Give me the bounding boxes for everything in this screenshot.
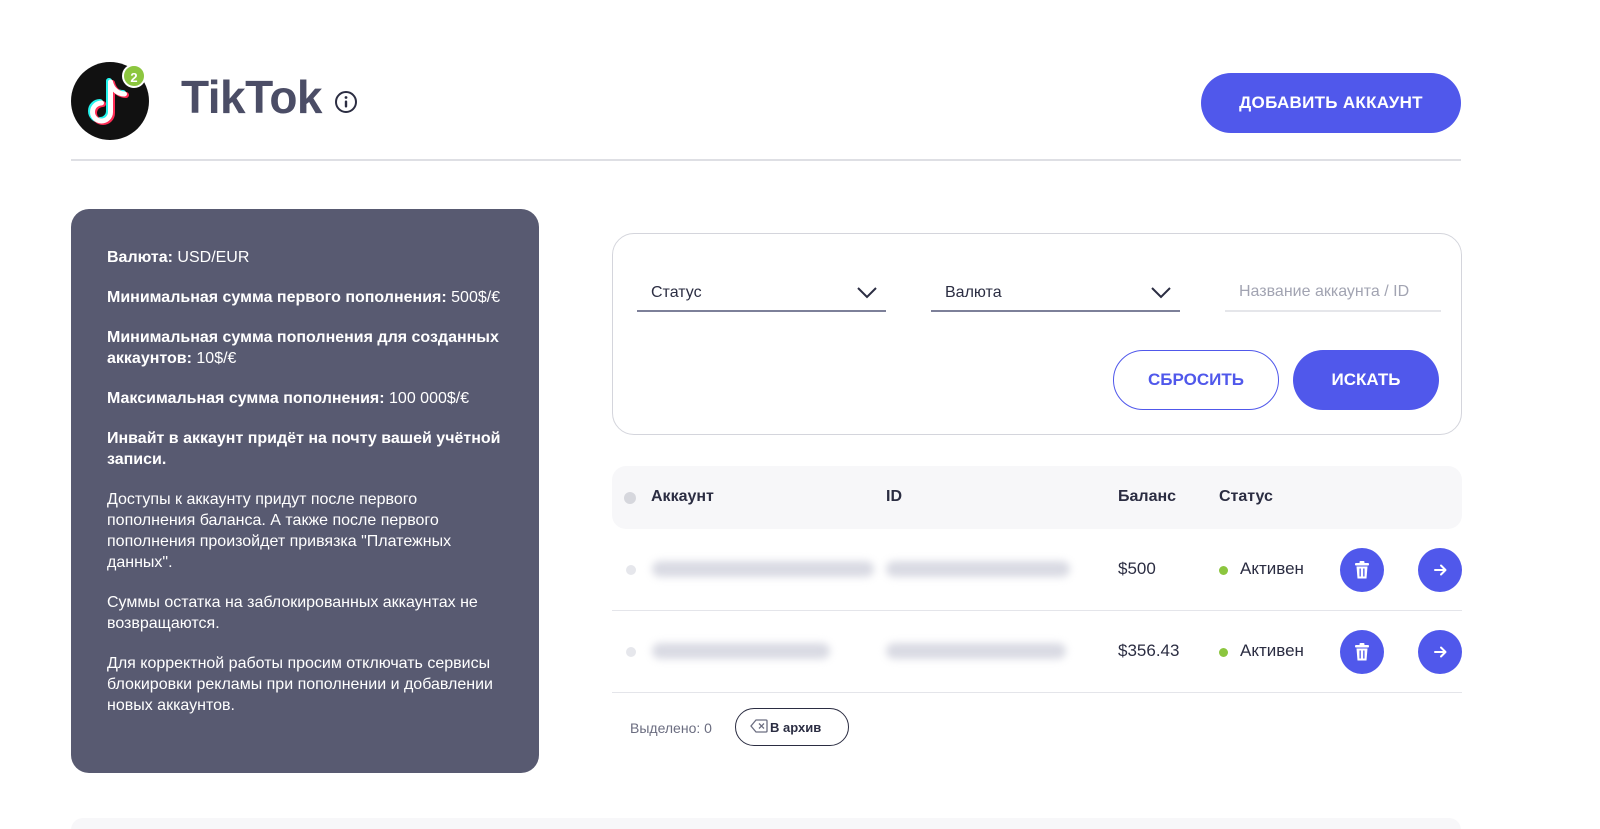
add-account-button[interactable]: ДОБАВИТЬ АККАУНТ xyxy=(1201,73,1461,133)
column-id[interactable]: ID xyxy=(886,488,902,506)
filters-card: Статус Валюта СБРОСИТЬ ИСКАТЬ xyxy=(612,233,1462,435)
backspace-icon xyxy=(750,719,768,733)
balance-value: $356.43 xyxy=(1118,641,1180,660)
info-panel: Валюта: USD/EUR Минимальная сумма первог… xyxy=(71,209,539,773)
status-indicator xyxy=(1219,566,1228,575)
status-text: Активен xyxy=(1240,559,1304,578)
min-first-info: Минимальная сумма первого пополнения: 50… xyxy=(107,287,503,308)
table-row[interactable]: $356.43 Активен xyxy=(612,611,1462,693)
delete-button[interactable] xyxy=(1340,630,1384,674)
max-info: Максимальная сумма пополнения: 100 000$/… xyxy=(107,388,503,409)
access-info: Доступы к аккаунту придут после первого … xyxy=(107,491,452,571)
status-text: Активен xyxy=(1240,641,1304,660)
currency-select[interactable]: Валюта xyxy=(931,274,1180,312)
status-indicator xyxy=(1219,648,1228,657)
account-email-redacted xyxy=(652,561,874,577)
balance-value: $500 xyxy=(1118,559,1156,578)
invite-info: Инвайт в аккаунт придёт на почту вашей у… xyxy=(107,430,501,468)
info-icon[interactable] xyxy=(334,90,358,114)
notification-badge: 2 xyxy=(122,64,146,88)
trash-icon xyxy=(1355,561,1369,579)
column-balance[interactable]: Баланс xyxy=(1118,488,1176,506)
status-select-label: Статус xyxy=(651,284,702,301)
page-title: TikTok xyxy=(181,71,323,123)
adblock-info: Для корректной работы просим отключать с… xyxy=(107,655,493,714)
search-button[interactable]: ИСКАТЬ xyxy=(1293,350,1439,410)
table-header: Аккаунт ID Баланс Статус xyxy=(612,466,1462,529)
currency-info: Валюта: USD/EUR xyxy=(107,247,503,268)
arrow-right-icon xyxy=(1434,564,1447,576)
archive-label: В архив xyxy=(770,719,822,735)
currency-label: Валюта: xyxy=(107,249,173,266)
min-created-value: 10$/€ xyxy=(196,350,237,367)
header-divider xyxy=(71,159,1461,161)
status-select[interactable]: Статус xyxy=(637,274,886,312)
accounts-table: Аккаунт ID Баланс Статус $500 Активен $3… xyxy=(612,466,1462,693)
table-row[interactable]: $500 Активен xyxy=(612,529,1462,611)
max-label: Максимальная сумма пополнения: xyxy=(107,390,385,407)
currency-select-label: Валюта xyxy=(945,284,1002,301)
selected-count: Выделено: 0 xyxy=(630,720,712,736)
chevron-down-icon xyxy=(857,287,877,299)
min-created-info: Минимальная сумма пополнения для созданн… xyxy=(107,327,503,369)
column-status[interactable]: Статус xyxy=(1219,488,1273,506)
archive-button[interactable]: В архив xyxy=(735,708,849,746)
page-header: 2 TikTok ДОБАВИТЬ АККАУНТ xyxy=(71,62,1461,162)
tiktok-logo-icon: 2 xyxy=(71,62,149,140)
bottom-section-edge xyxy=(71,818,1461,829)
account-id-redacted xyxy=(886,561,1070,577)
account-email-redacted xyxy=(652,643,830,659)
min-first-label: Минимальная сумма первого пополнения: xyxy=(107,289,447,306)
trash-icon xyxy=(1355,643,1369,661)
min-first-value: 500$/€ xyxy=(451,289,501,306)
account-id-redacted xyxy=(886,643,1066,659)
search-input[interactable] xyxy=(1225,274,1441,312)
column-account[interactable]: Аккаунт xyxy=(651,488,714,506)
row-checkbox[interactable] xyxy=(626,647,636,657)
open-account-button[interactable] xyxy=(1418,630,1462,674)
currency-value: USD/EUR xyxy=(177,249,250,266)
table-footer: Выделено: 0 В архив xyxy=(612,708,1462,748)
chevron-down-icon xyxy=(1151,287,1171,299)
arrow-right-icon xyxy=(1434,646,1447,658)
row-checkbox[interactable] xyxy=(626,565,636,575)
reset-button[interactable]: СБРОСИТЬ xyxy=(1113,350,1279,410)
delete-button[interactable] xyxy=(1340,548,1384,592)
blocked-info: Суммы остатка на заблокированных аккаунт… xyxy=(107,594,478,632)
max-value: 100 000$/€ xyxy=(389,390,470,407)
open-account-button[interactable] xyxy=(1418,548,1462,592)
min-created-label: Минимальная сумма пополнения для созданн… xyxy=(107,329,499,367)
select-all-checkbox[interactable] xyxy=(624,492,636,504)
